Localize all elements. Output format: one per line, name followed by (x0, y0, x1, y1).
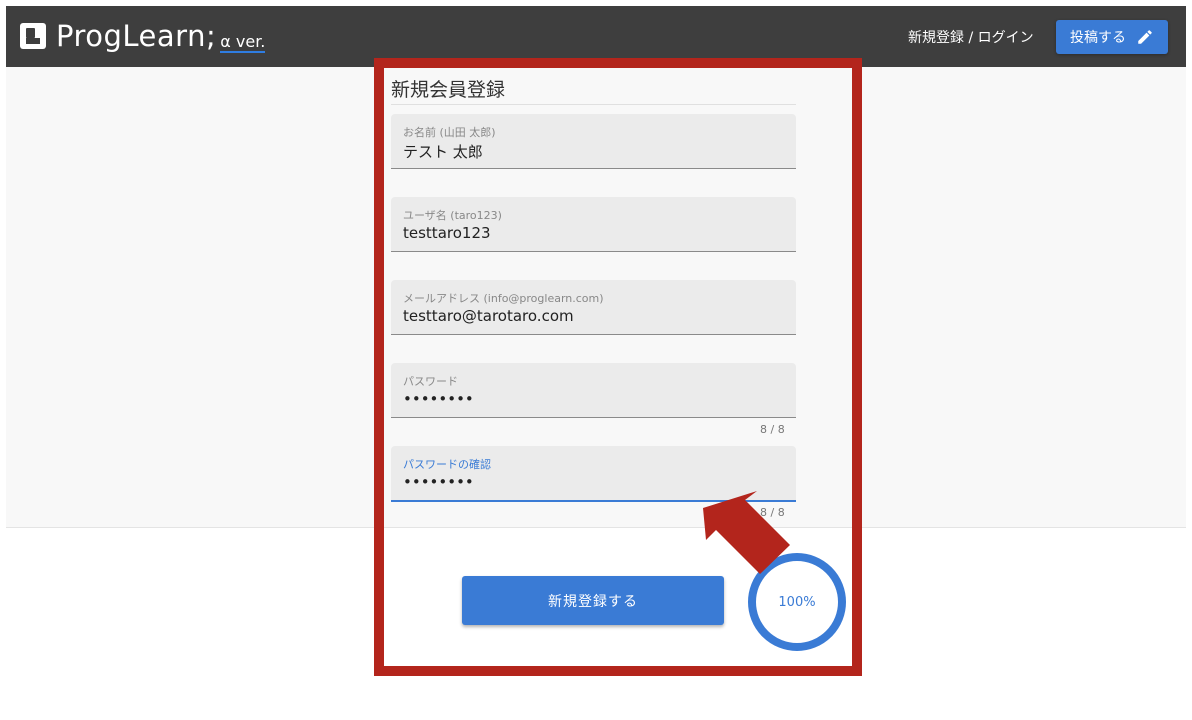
name-field-value[interactable]: テスト 太郎 (403, 141, 483, 162)
username-field-value[interactable]: testtaro123 (403, 224, 491, 242)
form-title: 新規会員登録 (391, 79, 506, 101)
password-confirm-field-value[interactable]: •••••••• (403, 473, 474, 491)
progress-label: 100% (778, 594, 816, 610)
password-field-value[interactable]: •••••••• (403, 390, 474, 408)
password-confirm-field-label: パスワードの確認 (403, 458, 491, 471)
logo-text: ProgLearn; (56, 19, 217, 53)
password-counter: 8 / 8 (760, 423, 785, 436)
name-field[interactable]: お名前 (山田 太郎) テスト 太郎 (391, 114, 796, 169)
post-button[interactable]: 投稿する (1056, 20, 1168, 54)
username-field-label: ユーザ名 (taro123) (403, 209, 502, 222)
register-button-label: 新規登録する (548, 593, 638, 610)
signup-login-link[interactable]: 新規登録 / ログイン (908, 27, 1034, 47)
password-confirm-field[interactable]: パスワードの確認 •••••••• (391, 446, 796, 502)
post-button-label: 投稿する (1070, 30, 1126, 46)
pencil-icon (1138, 30, 1152, 44)
username-field[interactable]: ユーザ名 (taro123) testtaro123 (391, 197, 796, 252)
name-field-label: お名前 (山田 太郎) (403, 126, 496, 139)
logo[interactable]: ProgLearn; α ver. (20, 16, 266, 56)
title-divider (391, 104, 796, 105)
email-field[interactable]: メールアドレス (info@proglearn.com) testtaro@ta… (391, 280, 796, 335)
email-field-label: メールアドレス (info@proglearn.com) (403, 292, 604, 305)
app-header: ProgLearn; α ver. 新規登録 / ログイン 投稿する (6, 6, 1186, 67)
password-confirm-counter: 8 / 8 (760, 506, 785, 519)
register-button[interactable]: 新規登録する (462, 576, 724, 625)
logo-icon (20, 23, 46, 49)
email-field-value[interactable]: testtaro@tarotaro.com (403, 307, 574, 325)
password-field[interactable]: パスワード •••••••• (391, 363, 796, 418)
progress-ring: 100% (748, 553, 846, 651)
password-field-label: パスワード (403, 375, 458, 388)
logo-version: α ver. (220, 32, 266, 53)
